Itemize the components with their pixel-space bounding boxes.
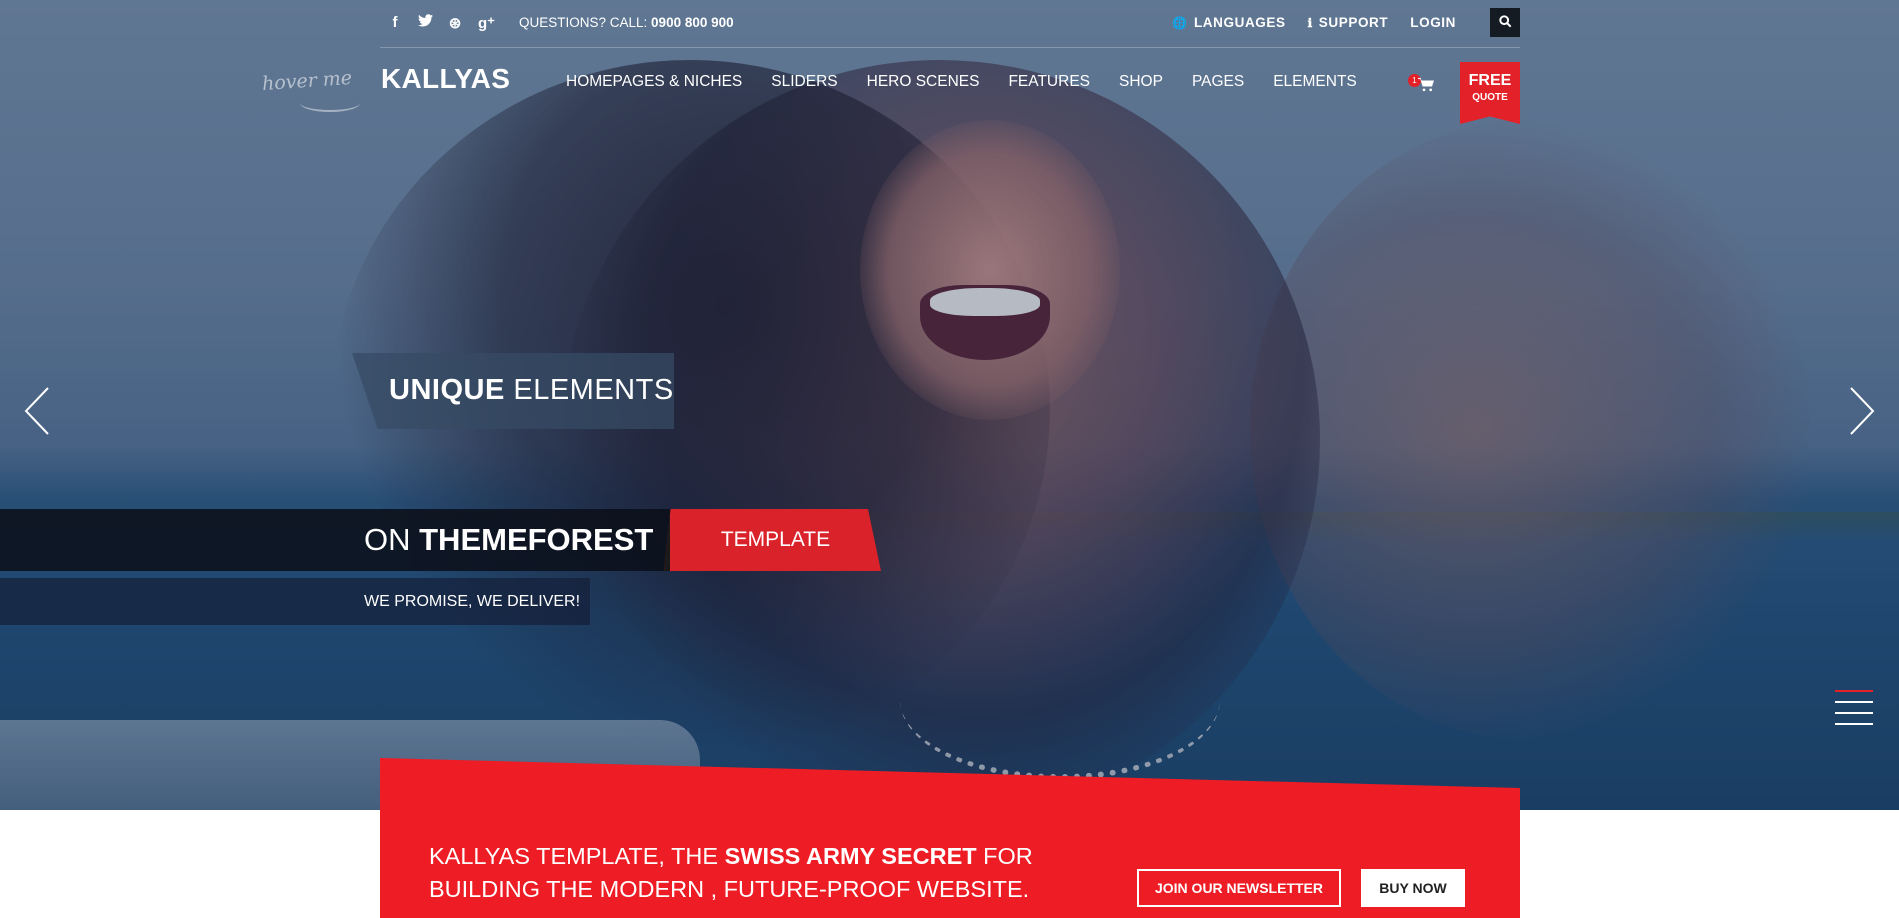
- social-links: f ⊛ g⁺: [388, 14, 496, 32]
- cart-icon[interactable]: [1418, 77, 1434, 97]
- caption-2-prefix: ON: [364, 522, 420, 557]
- nav-item-pages[interactable]: PAGES: [1192, 73, 1244, 91]
- hero-slider: [0, 0, 1899, 810]
- main-navigation: HOMEPAGES & NICHES SLIDERS HERO SCENES F…: [566, 73, 1357, 91]
- languages-link[interactable]: 🌐 LANGUAGES: [1172, 15, 1285, 30]
- search-button[interactable]: [1490, 8, 1520, 37]
- hero-overlay: [0, 0, 1899, 810]
- caption-2-bold: THEMEFOREST: [419, 522, 654, 557]
- support-link[interactable]: ℹ SUPPORT: [1308, 15, 1389, 30]
- join-newsletter-button[interactable]: JOIN OUR NEWSLETTER: [1137, 869, 1341, 907]
- nav-item-features[interactable]: FEATURES: [1008, 73, 1090, 91]
- nav-item-homepages[interactable]: HOMEPAGES & NICHES: [566, 73, 742, 91]
- slider-prev-arrow-icon[interactable]: [22, 386, 52, 436]
- free-quote-top-label: FREE: [1468, 72, 1512, 89]
- template-button[interactable]: TEMPLATE: [664, 509, 881, 571]
- nav-item-shop[interactable]: SHOP: [1119, 73, 1163, 91]
- top-bar: f ⊛ g⁺ QUESTIONS? CALL: 0900 800 900 🌐 L…: [380, 0, 1520, 48]
- promo-line2: BUILDING THE MODERN , FUTURE-PROOF WEBSI…: [429, 876, 1030, 902]
- search-icon: [1498, 14, 1512, 31]
- slide-menu-icon[interactable]: [1835, 690, 1873, 734]
- caption-1: UNIQUE ELEMENTS: [389, 374, 674, 407]
- caption-1-bold: UNIQUE: [389, 374, 505, 406]
- promo-line1-bold: SWISS ARMY SECRET: [724, 843, 977, 869]
- site-logo[interactable]: KALLYAS: [381, 63, 510, 95]
- languages-label: LANGUAGES: [1193, 15, 1286, 30]
- caption-3: WE PROMISE, WE DELIVER!: [364, 593, 581, 610]
- slider-next-arrow-icon[interactable]: [1847, 386, 1877, 436]
- support-label: SUPPORT: [1318, 15, 1389, 30]
- promo-line1-suffix: FOR: [976, 843, 1033, 869]
- free-quote-button[interactable]: FREE QUOTE: [1460, 62, 1520, 124]
- free-quote-bottom-label: QUOTE: [1472, 92, 1508, 103]
- hover-me-arrow-icon: [300, 94, 360, 112]
- phone-number[interactable]: 0900 800 900: [651, 15, 734, 30]
- twitter-icon[interactable]: [418, 14, 433, 32]
- nav-item-sliders[interactable]: SLIDERS: [771, 73, 837, 91]
- dribbble-icon[interactable]: ⊛: [448, 14, 462, 32]
- nav-item-elements[interactable]: ELEMENTS: [1273, 73, 1357, 91]
- promo-text: KALLYAS TEMPLATE, THE SWISS ARMY SECRET …: [429, 840, 1033, 906]
- caption-2: ON THEMEFOREST: [364, 522, 653, 558]
- info-icon: ℹ: [1307, 15, 1313, 30]
- buy-now-button[interactable]: BUY NOW: [1361, 869, 1465, 907]
- top-links: 🌐 LANGUAGES ℹ SUPPORT LOGIN: [1172, 15, 1456, 30]
- globe-icon: 🌐: [1172, 15, 1188, 30]
- login-label: LOGIN: [1410, 15, 1456, 30]
- login-link[interactable]: LOGIN: [1410, 15, 1456, 30]
- phone-info: QUESTIONS? CALL: 0900 800 900: [519, 15, 734, 30]
- caption-1-rest: ELEMENTS: [504, 374, 674, 406]
- nav-item-hero-scenes[interactable]: HERO SCENES: [867, 73, 980, 91]
- google-plus-icon[interactable]: g⁺: [478, 14, 495, 32]
- phone-label: QUESTIONS? CALL:: [519, 15, 652, 30]
- facebook-icon[interactable]: f: [388, 14, 402, 32]
- promo-line1-prefix: KALLYAS TEMPLATE, THE: [429, 843, 725, 869]
